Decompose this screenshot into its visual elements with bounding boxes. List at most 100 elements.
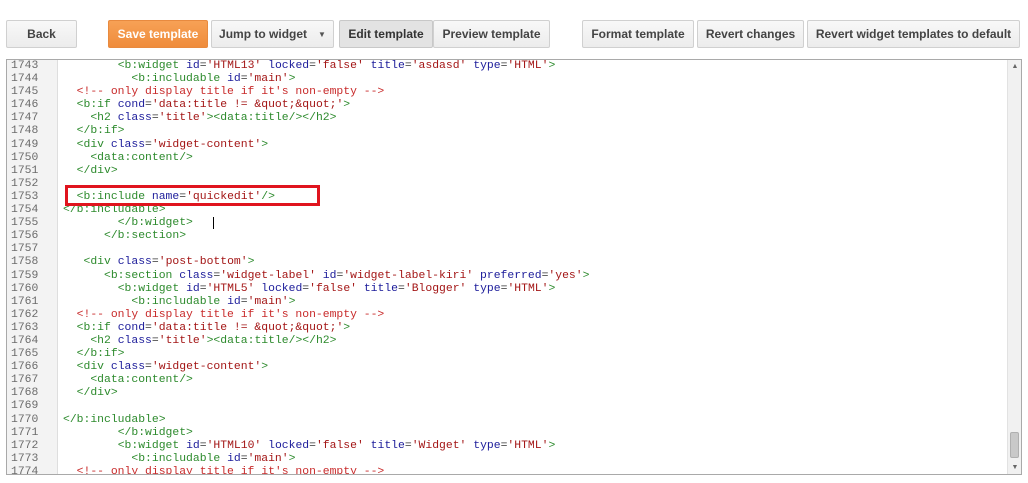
- code-text: <b:if cond='data:title != &quot;&quot;'>: [76, 321, 351, 334]
- code-text: </b:widget>: [117, 426, 193, 439]
- vertical-scrollbar[interactable]: ▲ ▼: [1007, 60, 1021, 474]
- chevron-down-icon: ▼: [318, 29, 326, 39]
- code-text: </b:section>: [104, 230, 187, 243]
- code-line: 1760 <b:widget id='HTML5' locked='false'…: [7, 283, 1007, 296]
- code-text: </div>: [76, 387, 118, 400]
- code-line: 1759 <b:section class='widget-label' id=…: [7, 270, 1007, 283]
- code-line: 1749 <div class='widget-content'>: [7, 139, 1007, 152]
- line-number: 1760: [11, 282, 39, 295]
- line-number: 1743: [11, 60, 39, 72]
- line-number: 1765: [11, 348, 39, 361]
- preview-template-tab[interactable]: Preview template: [433, 20, 550, 48]
- line-number: 1745: [11, 86, 39, 99]
- line-number: 1766: [11, 361, 39, 374]
- code-line: 1765 </b:if>: [7, 348, 1007, 361]
- code-line: 1743 <b:widget id='HTML13' locked='false…: [7, 60, 1007, 73]
- code-text: </div>: [76, 164, 118, 177]
- code-text: </b:includable>: [63, 413, 166, 426]
- code-text: <!-- only display title if it's non-empt…: [76, 86, 385, 99]
- code-line: 1769: [7, 400, 1007, 413]
- revert-widget-templates-button[interactable]: Revert widget templates to default: [807, 20, 1020, 48]
- line-number: 1748: [11, 125, 39, 138]
- code-line: 1766 <div class='widget-content'>: [7, 361, 1007, 374]
- line-number: 1759: [11, 269, 39, 282]
- back-button[interactable]: Back: [6, 20, 77, 48]
- line-number: 1747: [11, 112, 39, 125]
- code-line: 1748 </b:if>: [7, 125, 1007, 138]
- code-lines: 1743 <b:widget id='HTML13' locked='false…: [7, 60, 1007, 475]
- save-template-button[interactable]: Save template: [108, 20, 208, 48]
- line-number: 1771: [11, 426, 39, 439]
- code-line: 1762 <!-- only display title if it's non…: [7, 309, 1007, 322]
- code-text: <div class='widget-content'>: [76, 361, 269, 374]
- line-number: 1774: [11, 465, 39, 475]
- code-line: 1754 </b:includable>: [7, 204, 1007, 217]
- code-line: 1767 <data:content/>: [7, 374, 1007, 387]
- code-line: 1750 <data:content/>: [7, 152, 1007, 165]
- line-number: 1757: [11, 243, 39, 256]
- code-text: <!-- only display title if it's non-empt…: [76, 308, 385, 321]
- line-number: 1750: [11, 151, 39, 164]
- code-line: 1758 <div class='post-bottom'>: [7, 256, 1007, 269]
- code-text: <b:includable id='main'>: [131, 452, 296, 465]
- code-line: 1764 <h2 class='title'><data:title/></h2…: [7, 335, 1007, 348]
- line-number: 1770: [11, 413, 39, 426]
- template-code-editor[interactable]: 1743 <b:widget id='HTML13' locked='false…: [6, 59, 1022, 475]
- arrow-down-icon[interactable]: ▼: [1008, 461, 1021, 474]
- code-text: <h2 class='title'><data:title/></h2>: [90, 334, 337, 347]
- code-line: 1744 <b:includable id='main'>: [7, 73, 1007, 86]
- code-line: 1772 <b:widget id='HTML10' locked='false…: [7, 440, 1007, 453]
- code-text: <data:content/>: [90, 374, 193, 387]
- code-text: </b:includable>: [63, 204, 166, 217]
- jump-to-widget-label: Jump to widget: [219, 27, 308, 41]
- code-line: 1761 <b:includable id='main'>: [7, 296, 1007, 309]
- code-text: <h2 class='title'><data:title/></h2>: [90, 112, 337, 125]
- code-line: 1745 <!-- only display title if it's non…: [7, 86, 1007, 99]
- line-number: 1764: [11, 334, 39, 347]
- format-template-button[interactable]: Format template: [582, 20, 694, 48]
- line-number: 1753: [11, 190, 39, 203]
- line-number: 1749: [11, 138, 39, 151]
- code-text: </b:if>: [76, 348, 125, 361]
- jump-to-widget-dropdown[interactable]: Jump to widget ▼: [211, 20, 334, 48]
- line-number: 1762: [11, 308, 39, 321]
- revert-changes-button[interactable]: Revert changes: [697, 20, 804, 48]
- line-number: 1755: [11, 217, 39, 230]
- code-line: 1768 </div>: [7, 387, 1007, 400]
- code-text: <b:section class='widget-label' id='widg…: [104, 269, 590, 282]
- code-line: 1770 </b:includable>: [7, 414, 1007, 427]
- code-line: 1763 <b:if cond='data:title != &quot;&qu…: [7, 322, 1007, 335]
- code-line: 1747 <h2 class='title'><data:title/></h2…: [7, 112, 1007, 125]
- code-text: <b:include name='quickedit'/>: [76, 190, 275, 203]
- line-number: 1773: [11, 452, 39, 465]
- code-text: <b:if cond='data:title != &quot;&quot;'>: [76, 99, 351, 112]
- code-text: <b:widget id='HTML10' locked='false' tit…: [117, 439, 556, 452]
- code-text: <div class='post-bottom'>: [83, 256, 255, 269]
- code-line: 1757: [7, 243, 1007, 256]
- line-number: 1761: [11, 295, 39, 308]
- arrow-up-icon[interactable]: ▲: [1008, 60, 1021, 73]
- line-number: 1768: [11, 387, 39, 400]
- template-toolbar: Back Save template Jump to widget ▼ Edit…: [0, 0, 1028, 58]
- line-number: 1772: [11, 439, 39, 452]
- code-text: </b:widget>: [117, 217, 193, 230]
- scrollbar-thumb[interactable]: [1010, 432, 1019, 458]
- code-line: 1755 </b:widget>: [7, 217, 1007, 230]
- code-text: <!-- only display title if it's non-empt…: [76, 465, 385, 475]
- line-number: 1752: [11, 177, 39, 190]
- code-line: 1752: [7, 178, 1007, 191]
- code-line: 1774 <!-- only display title if it's non…: [7, 465, 1007, 475]
- code-text: <b:includable id='main'>: [131, 73, 296, 86]
- code-line: 1771 </b:widget>: [7, 427, 1007, 440]
- code-line: 1746 <b:if cond='data:title != &quot;&qu…: [7, 99, 1007, 112]
- line-number: 1763: [11, 321, 39, 334]
- line-number: 1756: [11, 230, 39, 243]
- code-text: <b:includable id='main'>: [131, 295, 296, 308]
- code-text: <b:widget id='HTML5' locked='false' titl…: [117, 282, 556, 295]
- line-number: 1767: [11, 374, 39, 387]
- code-text: </b:if>: [76, 125, 125, 138]
- code-line: 1773 <b:includable id='main'>: [7, 453, 1007, 466]
- line-number: 1744: [11, 73, 39, 86]
- edit-template-tab[interactable]: Edit template: [339, 20, 433, 48]
- line-number: 1758: [11, 256, 39, 269]
